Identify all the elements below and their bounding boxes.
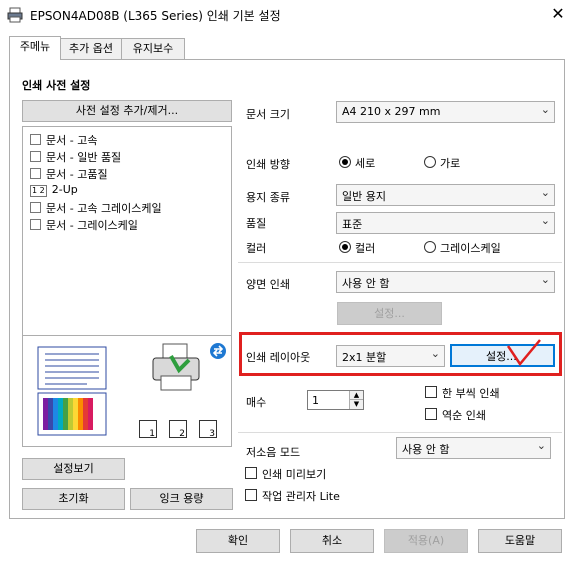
increment-icon[interactable]: ▲ [349, 391, 363, 400]
collate-label: 한 부씩 인쇄 [442, 387, 500, 400]
print-preview-checkbox[interactable] [245, 467, 257, 479]
help-button[interactable]: 도움말 [478, 529, 562, 553]
chevron-down-icon: ⌄ [540, 273, 550, 286]
landscape-label: 가로 [440, 157, 461, 170]
presets-list[interactable]: 문서 - 고속 문서 - 일반 품질 문서 - 고품질 1 2 2-Up 문서 -… [22, 126, 232, 336]
tab-main[interactable]: 주메뉴 [9, 36, 61, 60]
close-icon[interactable]: ✕ [548, 4, 568, 24]
chevron-down-icon: ⌄ [430, 347, 440, 360]
duplex-label: 양면 인쇄 [246, 278, 290, 291]
list-item[interactable]: 문서 - 고속 그레이스케일 [30, 200, 162, 216]
list-item[interactable]: 문서 - 고속 [30, 132, 97, 148]
color-option-label: 컬러 [355, 242, 376, 255]
collate-checkbox[interactable] [425, 386, 437, 398]
orientation-label: 인쇄 방향 [246, 158, 290, 171]
color-label: 컬러 [246, 242, 267, 255]
portrait-label: 세로 [355, 157, 376, 170]
window-title: EPSON4AD08B (L365 Series) 인쇄 기본 설정 [30, 9, 281, 23]
reset-button[interactable]: 초기화 [22, 488, 125, 510]
copy-page-icon: 3 [199, 420, 217, 439]
ink-levels-button[interactable]: 잉크 용량 [130, 488, 233, 510]
reverse-order-checkbox[interactable] [425, 408, 437, 420]
quality-label: 품질 [246, 217, 267, 230]
two-up-icon: 1 2 [30, 185, 47, 197]
copy-page-icon: 1 [139, 420, 157, 439]
grayscale-label: 그레이스케일 [440, 242, 501, 255]
add-remove-presets-button[interactable]: 사전 설정 추가/제거... [22, 100, 232, 122]
title-bar: EPSON4AD08B (L365 Series) 인쇄 기본 설정 ✕ [0, 0, 574, 30]
chevron-down-icon: ⌄ [540, 103, 550, 116]
presets-heading: 인쇄 사전 설정 [22, 79, 91, 92]
ok-button[interactable]: 확인 [196, 529, 280, 553]
layout-value: 2x1 분할 [342, 351, 387, 364]
document-icon [30, 202, 41, 213]
divider [238, 262, 562, 263]
copies-label: 매수 [246, 396, 267, 409]
quiet-mode-label: 저소음 모드 [246, 446, 301, 459]
document-icon [30, 219, 41, 230]
reverse-order-label: 역순 인쇄 [442, 409, 486, 422]
divider [238, 432, 562, 433]
paper-type-select[interactable]: 일반 용지 ⌄ [336, 184, 555, 206]
cancel-button[interactable]: 취소 [290, 529, 374, 553]
quiet-mode-value: 사용 안 함 [402, 443, 450, 456]
main-panel: 인쇄 사전 설정 사전 설정 추가/제거... 문서 - 고속 문서 - 일반 … [9, 59, 565, 519]
document-icon [30, 168, 41, 179]
apply-button[interactable]: 적용(A) [384, 529, 468, 553]
document-icon [30, 134, 41, 145]
landscape-radio[interactable] [424, 156, 436, 168]
paper-type-label: 용지 종류 [246, 191, 290, 204]
list-item[interactable]: 문서 - 그레이스케일 [30, 217, 138, 233]
duplex-select[interactable]: 사용 안 함 ⌄ [336, 271, 555, 293]
paper-size-label: 문서 크기 [246, 108, 290, 121]
quality-select[interactable]: 표준 ⌄ [336, 212, 555, 234]
job-arranger-label: 작업 관리자 Lite [262, 490, 340, 503]
quiet-mode-select[interactable]: 사용 안 함 ⌄ [396, 437, 551, 459]
printer-app-icon [7, 7, 23, 23]
duplex-settings-button[interactable]: 설정... [337, 302, 442, 325]
copies-stepper[interactable]: 1 ▲ ▼ [307, 390, 364, 410]
chevron-down-icon: ⌄ [540, 186, 550, 199]
list-item[interactable]: 문서 - 일반 품질 [30, 149, 121, 165]
grayscale-radio[interactable] [424, 241, 436, 253]
paper-type-value: 일반 용지 [342, 190, 386, 203]
preview-panel: 1 2 3 [22, 335, 232, 447]
quality-value: 표준 [342, 218, 363, 231]
paper-size-value: A4 210 x 297 mm [342, 105, 441, 118]
decrement-icon[interactable]: ▼ [349, 400, 363, 409]
tab-more-options[interactable]: 추가 옵션 [58, 38, 124, 60]
color-radio[interactable] [339, 241, 351, 253]
document-icon [30, 151, 41, 162]
list-item[interactable]: 문서 - 고품질 [30, 166, 108, 182]
show-settings-button[interactable]: 설정보기 [22, 458, 125, 480]
copies-value: 1 [312, 394, 319, 407]
paper-size-select[interactable]: A4 210 x 297 mm ⌄ [336, 101, 555, 123]
portrait-radio[interactable] [339, 156, 351, 168]
page-preview-icon [37, 346, 107, 436]
chevron-down-icon: ⌄ [540, 214, 550, 227]
printer-icon [152, 343, 200, 391]
checkmark-annotation-icon [506, 339, 541, 367]
layout-select[interactable]: 2x1 분할 ⌄ [336, 345, 445, 367]
tab-maintenance[interactable]: 유지보수 [121, 38, 185, 60]
refresh-icon[interactable] [209, 342, 227, 360]
layout-label: 인쇄 레이아웃 [246, 351, 311, 364]
duplex-value: 사용 안 함 [342, 277, 390, 290]
list-item[interactable]: 1 2 2-Up [30, 183, 78, 197]
print-preview-label: 인쇄 미리보기 [262, 468, 327, 481]
chevron-down-icon: ⌄ [536, 439, 546, 452]
job-arranger-checkbox[interactable] [245, 489, 257, 501]
copy-page-icon: 2 [169, 420, 187, 439]
